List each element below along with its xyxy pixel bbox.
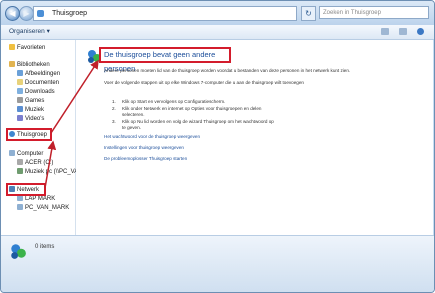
- details-pane: 0 items: [1, 235, 434, 292]
- explorer-window: ◀ ▶ Thuisgroep ↻ Zoeken in Thuisgroep Or…: [0, 0, 435, 293]
- arrow-network-to-homegroup: [44, 140, 57, 189]
- homegroup-status-icon: [11, 244, 26, 259]
- arrow-homegroup-to-heading: [50, 59, 99, 134]
- item-count: 0 items: [35, 244, 55, 250]
